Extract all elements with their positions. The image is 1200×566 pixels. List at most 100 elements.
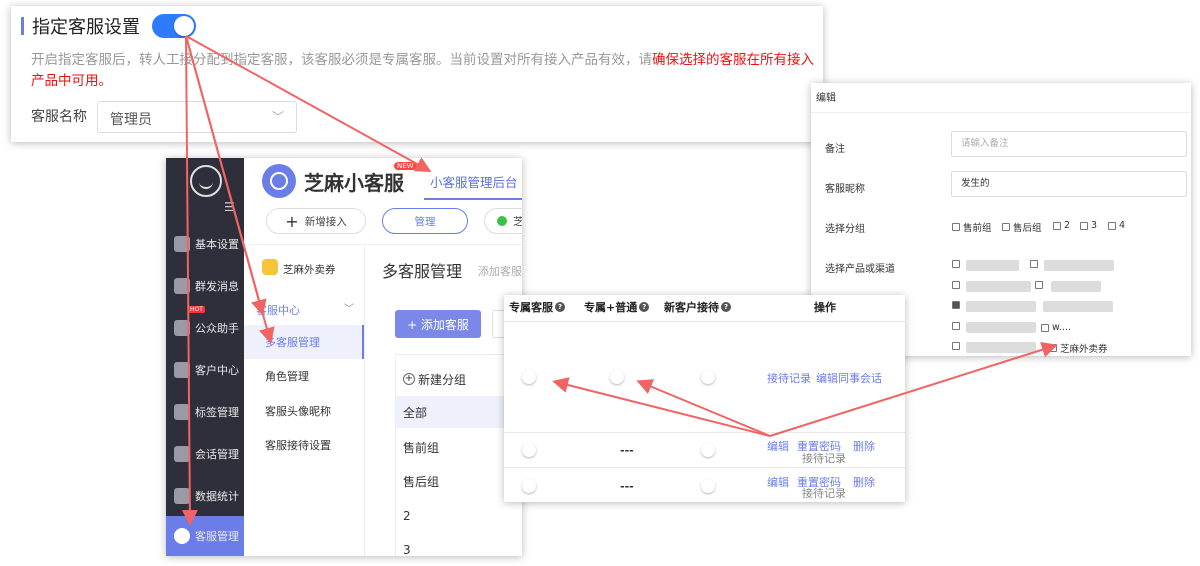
header-divider bbox=[504, 321, 905, 322]
settings-description: 开启指定客服后，转人工接分配到指定客服，该客服必须是专属客服。当前设置对所有接入… bbox=[31, 50, 821, 92]
add-service-button[interactable]: + 添加客服 bbox=[395, 310, 481, 338]
sidebar-item-statistics[interactable]: 数据统计 bbox=[166, 476, 244, 516]
product-checkbox-checked[interactable] bbox=[952, 301, 963, 309]
wechat-icon bbox=[174, 320, 190, 336]
chart-icon bbox=[174, 488, 190, 504]
group-item-3[interactable]: 3 bbox=[396, 534, 522, 556]
remark-input[interactable]: 请输入备注 bbox=[951, 131, 1187, 157]
product-checkbox[interactable] bbox=[952, 342, 963, 350]
plus-icon: + bbox=[285, 211, 299, 231]
edit-title: 编辑 bbox=[816, 93, 836, 104]
delete-link[interactable]: 删除 bbox=[853, 474, 875, 490]
select-value: 管理员 bbox=[110, 112, 152, 128]
service-name-select[interactable]: 管理员 ﹀ bbox=[97, 101, 297, 133]
sidebar-item-session-management[interactable]: 会话管理 bbox=[166, 434, 244, 474]
group-checkbox-4[interactable]: 4 bbox=[1108, 220, 1125, 231]
edit-link[interactable]: 编辑 bbox=[767, 438, 789, 454]
product-checkbox[interactable] bbox=[952, 322, 963, 330]
redacted-text bbox=[966, 322, 1036, 333]
reception-record-link[interactable]: 接待记录 bbox=[767, 370, 811, 386]
service-center-menu[interactable]: 客服中心 bbox=[256, 302, 300, 318]
sub-nav-role-management[interactable]: 角色管理 bbox=[244, 359, 364, 393]
sidebar-item-basic-settings[interactable]: 基本设置 bbox=[166, 224, 244, 264]
sidebar-item-broadcast[interactable]: 群发消息 bbox=[166, 266, 244, 306]
empty-value: --- bbox=[620, 444, 634, 457]
exclusive-toggle[interactable] bbox=[520, 441, 554, 459]
menu-icon[interactable]: ☰ bbox=[224, 200, 235, 214]
edit-link[interactable]: 编辑 bbox=[767, 474, 789, 490]
column-header-actions: 操作 bbox=[814, 301, 836, 314]
sidebar: ☰ 基本设置 群发消息 HOT 公众助手 客户中心 标签管理 会话管理 数据统计 … bbox=[166, 158, 244, 556]
product-checkbox[interactable] bbox=[952, 260, 963, 268]
reception-record-link[interactable]: 接待记录 bbox=[802, 485, 846, 501]
product-checkbox-zhima-coupon[interactable]: 芝麻外卖券 bbox=[1049, 341, 1108, 355]
description-text: 开启指定客服后，转人工接分配到指定客服，该客服必须是专属客服。当前设置对所有接入… bbox=[31, 52, 652, 68]
product-checkbox[interactable] bbox=[1035, 281, 1046, 289]
redacted-text bbox=[1044, 260, 1114, 271]
brand-name: 芝麻小客服 bbox=[304, 171, 404, 195]
new-customer-toggle[interactable] bbox=[683, 477, 717, 495]
chevron-down-icon[interactable]: ﹀ bbox=[344, 300, 354, 315]
delete-link[interactable]: 删除 bbox=[853, 438, 875, 454]
product-checkbox-w[interactable]: w.... bbox=[1041, 322, 1071, 333]
row-divider bbox=[504, 467, 905, 468]
nickname-label: 客服昵称 bbox=[825, 184, 865, 195]
settings-title-row: 指定客服设置 bbox=[21, 14, 196, 38]
page-subtitle: 添加客服 bbox=[478, 265, 522, 278]
remark-label: 备注 bbox=[825, 144, 845, 155]
nickname-input[interactable]: 发生的 bbox=[951, 171, 1187, 197]
group-checkbox-3[interactable]: 3 bbox=[1080, 220, 1097, 231]
wechat-channel-tab[interactable]: 芝 bbox=[484, 208, 522, 234]
empty-value: --- bbox=[620, 480, 634, 493]
exclusive-normal-toggle[interactable] bbox=[608, 368, 642, 386]
redacted-text bbox=[966, 260, 1019, 271]
help-icon[interactable]: ? bbox=[639, 302, 650, 312]
redacted-text bbox=[966, 301, 1036, 312]
shop-name: 芝麻外卖券 bbox=[283, 264, 336, 276]
sub-nav-multi-service[interactable]: 多客服管理 bbox=[244, 325, 364, 359]
tab-admin-backend[interactable]: 小客服管理后台 bbox=[430, 172, 518, 191]
group-item-2[interactable]: 2 bbox=[396, 500, 522, 532]
assigned-service-toggle[interactable] bbox=[152, 14, 196, 38]
column-divider bbox=[364, 244, 365, 556]
group-checkbox-2[interactable]: 2 bbox=[1053, 220, 1070, 231]
chat-icon bbox=[174, 446, 190, 462]
divider bbox=[244, 244, 522, 245]
product-checkbox[interactable] bbox=[952, 281, 963, 289]
manage-button[interactable]: 管理 bbox=[382, 208, 468, 234]
plus-circle-icon: + bbox=[403, 373, 415, 385]
new-customer-toggle[interactable] bbox=[683, 368, 717, 386]
admin-app-panel: ☰ 基本设置 群发消息 HOT 公众助手 客户中心 标签管理 会话管理 数据统计 … bbox=[166, 158, 522, 556]
help-icon[interactable]: ? bbox=[721, 302, 731, 312]
column-header-exclusive: 专属客服? bbox=[509, 299, 565, 315]
sidebar-item-official-assistant[interactable]: HOT 公众助手 bbox=[166, 306, 244, 348]
tag-icon bbox=[174, 404, 190, 420]
active-tab-underline bbox=[424, 198, 522, 200]
chevron-down-icon: ﹀ bbox=[271, 110, 284, 124]
group-checkbox-presale[interactable]: 售前组 bbox=[952, 220, 992, 234]
assigned-service-settings-panel: 指定客服设置 开启指定客服后，转人工接分配到指定客服，该客服必须是专属客服。当前… bbox=[11, 6, 823, 142]
product-checkbox[interactable] bbox=[1030, 260, 1041, 268]
reception-record-link[interactable]: 接待记录 bbox=[802, 450, 846, 466]
edit-colleague-session-link[interactable]: 编辑同事会话 bbox=[816, 370, 882, 386]
shop-icon bbox=[262, 259, 278, 275]
page-title: 多客服管理 bbox=[382, 262, 463, 281]
redacted-text bbox=[966, 342, 1036, 353]
new-customer-toggle[interactable] bbox=[683, 441, 717, 459]
divider bbox=[811, 112, 1191, 113]
new-access-button[interactable]: + 新增接入 bbox=[266, 208, 366, 234]
group-label: 选择分组 bbox=[825, 224, 865, 235]
sub-nav-reception-settings[interactable]: 客服接待设置 bbox=[244, 428, 364, 462]
sidebar-item-customer-center[interactable]: 客户中心 bbox=[166, 350, 244, 390]
sidebar-item-service-management[interactable]: 客服管理 bbox=[166, 516, 244, 556]
exclusive-toggle[interactable] bbox=[520, 477, 554, 495]
help-icon[interactable]: ? bbox=[555, 302, 565, 312]
sidebar-item-tag-management[interactable]: 标签管理 bbox=[166, 392, 244, 432]
sub-nav-avatar-nickname[interactable]: 客服头像昵称 bbox=[244, 394, 364, 428]
product-label: 选择产品或渠道 bbox=[825, 264, 895, 275]
redacted-text bbox=[1051, 281, 1101, 292]
settings-title: 指定客服设置 bbox=[32, 17, 140, 38]
redacted-text bbox=[966, 281, 1031, 292]
exclusive-toggle[interactable] bbox=[520, 368, 554, 386]
group-checkbox-aftersale[interactable]: 售后组 bbox=[1002, 220, 1042, 234]
